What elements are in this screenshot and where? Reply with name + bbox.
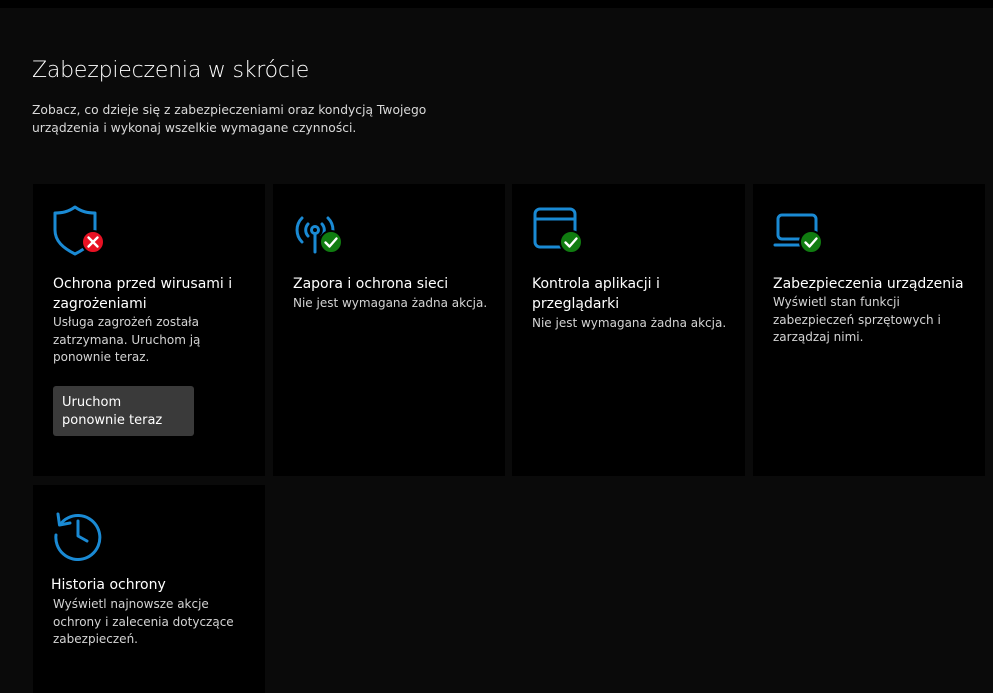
tile-device-security[interactable]: Zabezpieczenia urządzenia Wyświetl stan … xyxy=(753,184,985,476)
tile-description: Nie jest wymagana żadna akcja. xyxy=(532,316,727,330)
tile-title: Ochrona przed wirusami i zagrożeniami xyxy=(53,276,233,312)
ok-badge-icon xyxy=(559,230,583,254)
laptop-icon xyxy=(773,213,823,254)
ok-badge-icon xyxy=(799,230,823,254)
tile-title: Zapora i ochrona sieci xyxy=(293,276,449,292)
restart-now-button[interactable]: Uruchom ponownie teraz xyxy=(53,386,194,436)
tile-description: Usługa zagrożeń została zatrzymana. Uruc… xyxy=(53,315,201,364)
tile-description: Wyświetl najnowsze akcje ochrony i zalec… xyxy=(53,597,234,646)
shield-icon xyxy=(53,205,105,256)
tile-protection-history[interactable]: Historia ochrony Wyświetl najnowsze akcj… xyxy=(33,485,265,693)
tile-title: Zabezpieczenia urządzenia xyxy=(773,276,964,292)
tile-title: Historia ochrony xyxy=(51,577,166,593)
tile-description: Wyświetl stan funkcji zabezpieczeń sprzę… xyxy=(773,295,941,344)
window-top-bar xyxy=(0,0,993,8)
app-window-icon xyxy=(533,207,583,254)
page-subtitle: Zobacz, co dzieje się z zabezpieczeniami… xyxy=(32,103,427,135)
tile-description: Nie jest wymagana żadna akcja. xyxy=(293,296,488,310)
tile-app-browser-control[interactable]: Kontrola aplikacji i przeglądarki Nie je… xyxy=(512,184,745,476)
error-badge-icon xyxy=(81,230,105,254)
tile-title: Kontrola aplikacji i przeglądarki xyxy=(532,276,660,312)
network-antenna-icon xyxy=(295,216,343,254)
page-title: Zabezpieczenia w skrócie xyxy=(32,58,310,83)
history-icon xyxy=(54,512,102,561)
security-overview-page: Zabezpieczenia w skrócie Zobacz, co dzie… xyxy=(0,0,993,693)
ok-badge-icon xyxy=(319,230,343,254)
tile-virus-threat-protection[interactable]: Ochrona przed wirusami i zagrożeniami Us… xyxy=(33,184,265,476)
tile-firewall-network-protection[interactable]: Zapora i ochrona sieci Nie jest wymagana… xyxy=(273,184,505,476)
